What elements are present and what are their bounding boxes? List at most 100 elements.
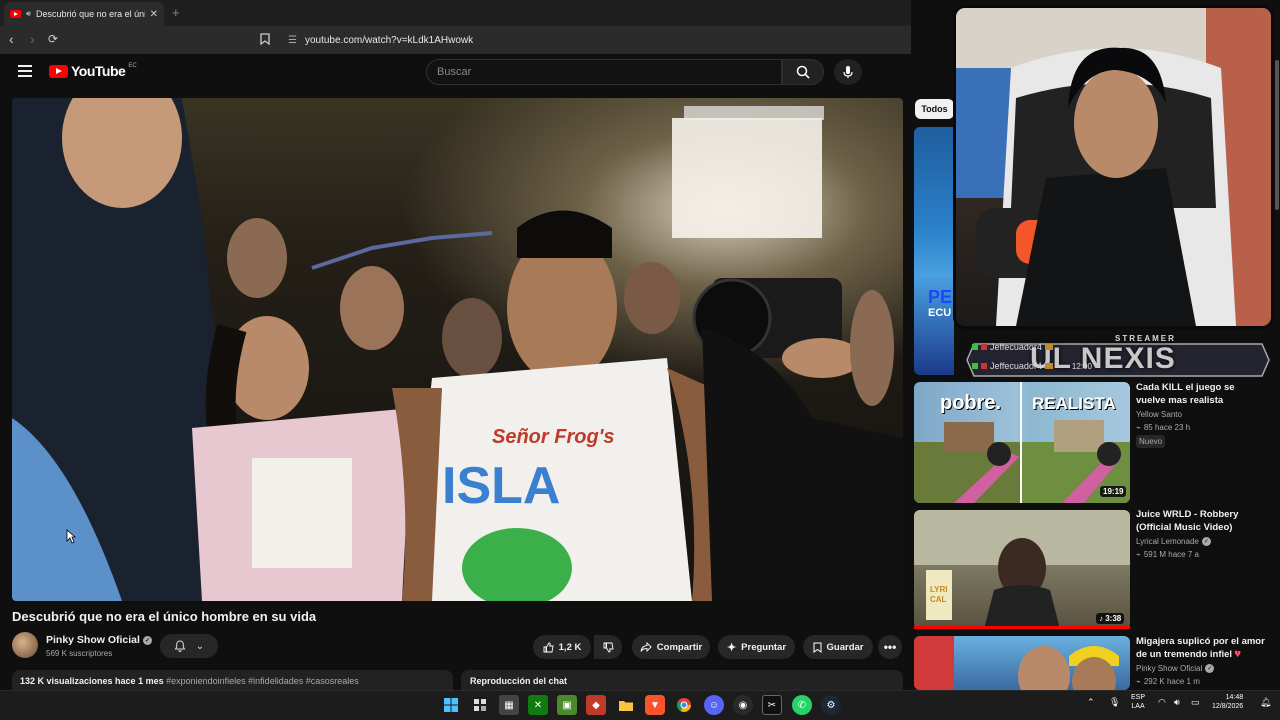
bookmark-icon[interactable] [260,32,270,50]
language-line-2: LAA [1131,703,1145,710]
browser-tab[interactable]: 🔊︎ Descubrió que no era el únic ✕ [4,2,164,26]
microphone-tray-icon[interactable]: 🎙︎ [1109,697,1120,708]
strip-text-2: ECU [928,307,952,319]
recommendation-channel: Pinky Show Oficial [1136,664,1203,673]
audio-playing-icon[interactable]: 🔊︎ [26,9,31,19]
notifications-bell-icon[interactable]: 🔔︎ [1260,697,1271,708]
kill-feed-player: Jeffecuador4 [990,342,1042,352]
watch-progress-bar [914,626,1130,629]
recommendation-channel-row[interactable]: Pinky Show Oficial ✓ [1136,664,1215,673]
minecraft-app-icon[interactable]: ▣ [557,695,577,715]
filter-chip-all[interactable]: Todos [915,99,954,119]
voice-search-button[interactable] [834,59,862,85]
clock[interactable]: 14:48 12/8/2026 [1212,693,1243,711]
youtube-logo[interactable]: YouTube EC [49,63,137,79]
subscriber-count: 569 K suscriptores [46,649,113,658]
back-button[interactable]: ‹ [9,31,14,47]
recommendation-channel[interactable]: Yellow Santo [1136,410,1182,419]
hamburger-menu-icon[interactable] [18,65,32,77]
svg-text:ISLA: ISLA [442,457,560,515]
battery-icon[interactable]: ▭ [1191,697,1200,708]
recommendation-title[interactable]: Migajera suplicó por el amor de un treme… [1136,636,1266,661]
whatsapp-icon[interactable]: ✆ [792,695,812,715]
hashtags[interactable]: #exponiendoinfieles #infidelidades #caso… [166,676,359,686]
svg-text:LYRI: LYRI [930,585,948,594]
svg-text:Señor Frog's: Señor Frog's [492,426,615,448]
volume-icon[interactable]: 🔊︎ [1174,697,1180,708]
recommendation-meta: ⌁ 85 hace 23 h [1136,423,1190,432]
save-button[interactable]: Guardar [803,635,873,659]
wifi-icon[interactable]: ◠ [1158,697,1166,708]
thumbs-down-icon [603,642,614,652]
description-box[interactable]: 132 K visualizaciones hace 1 mes #exponi… [12,670,453,690]
task-view-icon[interactable] [470,695,490,715]
chrome-icon[interactable] [674,695,694,715]
verified-check-icon: ✓ [142,635,152,645]
recommendation-meta-text: 591 M hace 7 a [1143,550,1199,559]
recommendation-thumbnail-partial[interactable]: PE ECU [914,127,954,375]
video-thumbnail[interactable]: LYRI CAL [914,510,1130,629]
subscription-bell-button[interactable]: ⌄ [160,634,218,658]
kill-feed-score: 12:00 [1071,361,1092,371]
thumb-text-right: REALISTA [1032,394,1116,413]
recommendation-title-text: Migajera suplicó por el amor de un treme… [1136,636,1265,660]
microphone-icon [843,66,853,78]
reload-button[interactable]: ⟳ [48,32,58,46]
video-duration: 19:19 [1100,486,1127,497]
url-field[interactable]: ☰ youtube.com/watch?v=kLdk1AHwowk [278,30,910,50]
recommendation-channel-row[interactable]: Lyrical Lemonade ✓ [1136,537,1211,546]
recommendation-channel: Lyrical Lemonade [1136,537,1199,546]
verified-check-icon: ✓ [1205,664,1215,673]
search-button[interactable] [782,59,824,85]
site-info-icon[interactable]: ☰ [288,35,297,46]
channel-avatar[interactable] [12,632,38,658]
weapon-icon [981,344,987,350]
page-scrollbar[interactable] [1274,56,1280,690]
calculator-app-icon[interactable]: ▦ [499,695,519,715]
game-app-icon[interactable]: ◆ [586,695,606,715]
broadcast-icon: ⌁ [1136,423,1141,432]
scrollbar-thumb[interactable] [1275,60,1279,210]
kill-feed-row: Jeffecuador4 [972,342,1053,352]
xbox-app-icon[interactable]: ✕ [528,695,548,715]
obs-icon[interactable]: ◉ [733,695,753,715]
save-label: Guardar [826,641,864,653]
person-face [1074,68,1158,178]
chat-replay-panel[interactable]: Reproducción del chat [461,670,903,690]
dislike-button[interactable] [594,635,622,659]
webcam-overlay [953,5,1274,329]
video-thumbnail[interactable]: pobre. REALISTA [914,382,1130,503]
capcut-icon[interactable]: ✂ [762,695,782,715]
recommendation-title[interactable]: Juice WRLD - Robbery (Official Music Vid… [1136,509,1266,534]
search-input[interactable]: Buscar [426,59,782,85]
more-actions-button[interactable]: ••• [878,635,902,659]
brave-browser-icon[interactable]: ▼ [645,695,665,715]
start-button[interactable] [441,695,461,715]
chevron-down-icon: ⌄ [195,640,205,652]
forward-button[interactable]: › [30,31,35,47]
channel-name[interactable]: Pinky Show Oficial ✓ [46,634,152,646]
ask-label: Preguntar [741,641,787,653]
recommendation-title[interactable]: Cada KILL el juego se vuelve mas realist… [1136,382,1266,407]
video-title: Descubrió que no era el único hombre en … [12,609,317,624]
thumb-text-left: pobre. [940,392,1002,414]
share-button[interactable]: Compartir [632,635,710,659]
bell-icon [174,640,186,652]
channel-name-text: Pinky Show Oficial [46,634,140,646]
broadcast-icon: ⌁ [1136,677,1141,686]
discord-icon[interactable]: ☺ [704,695,724,715]
like-button[interactable]: 1,2 K [533,635,591,659]
video-light-panel [672,118,822,238]
new-tab-button[interactable]: + [172,5,180,20]
close-tab-icon[interactable]: ✕ [150,9,158,20]
language-indicator[interactable]: ESP LAA [1131,693,1145,711]
recommendation-meta: ⌁ 292 K hace 1 m [1136,677,1200,686]
heart-icon: 💔︎ [1234,648,1241,660]
video-player[interactable]: Señor Frog's ISLA [12,98,903,601]
steam-icon[interactable]: ⚙ [821,695,841,715]
ask-button[interactable]: ✦ Preguntar [718,635,795,659]
show-hidden-icons-chevron-icon[interactable]: ⌃ [1087,697,1095,708]
video-thumbnail[interactable] [914,636,1130,690]
file-explorer-icon[interactable] [616,695,636,715]
new-badge: Nuevo [1136,435,1166,448]
